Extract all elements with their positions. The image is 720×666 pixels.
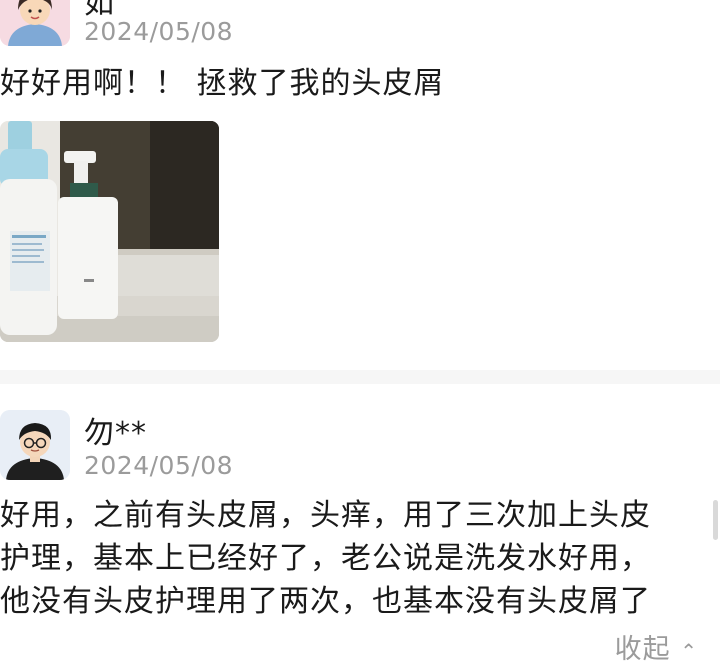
review-text-line: 好好用啊！！ 拯救了我的头皮屑 [0,66,445,101]
chevron-up-icon: ⌃ [680,639,698,663]
divider [0,370,720,384]
review-text-line: 他没有头皮护理用了两次，也基本没有头皮屑了 [0,584,651,619]
scrollbar[interactable] [713,500,718,540]
avatar[interactable] [0,0,70,46]
collapse-label: 收起 [614,634,671,665]
review-text-line: 好用，之前有头皮屑，头痒，用了三次加上头皮 [0,498,651,533]
avatar-woman-icon [0,0,70,46]
avatar[interactable] [0,410,70,480]
review-text: 好好用啊！！ 拯救了我的头皮屑 [0,62,445,105]
review-text-line: 护理，基本上已经好了，老公说是洗发水好用， [0,541,651,576]
avatar-man-icon [0,410,70,480]
photo-shampoo-bottles [0,121,219,342]
review-text: 好用，之前有头皮屑，头痒，用了三次加上头皮 护理，基本上已经好了，老公说是洗发水… [0,494,651,623]
review-date: 2024/05/08 [84,17,234,46]
review-item: 勿** 2024/05/08 好用，之前有头皮屑，头痒，用了三次加上头皮 护理，… [0,384,720,647]
username: 勿** [84,416,147,451]
review-item: 如 2024/05/08 好好用啊！！ 拯救了我的头皮屑 [0,0,720,370]
review-photo[interactable] [0,121,219,342]
review-date: 2024/05/08 [84,451,234,480]
